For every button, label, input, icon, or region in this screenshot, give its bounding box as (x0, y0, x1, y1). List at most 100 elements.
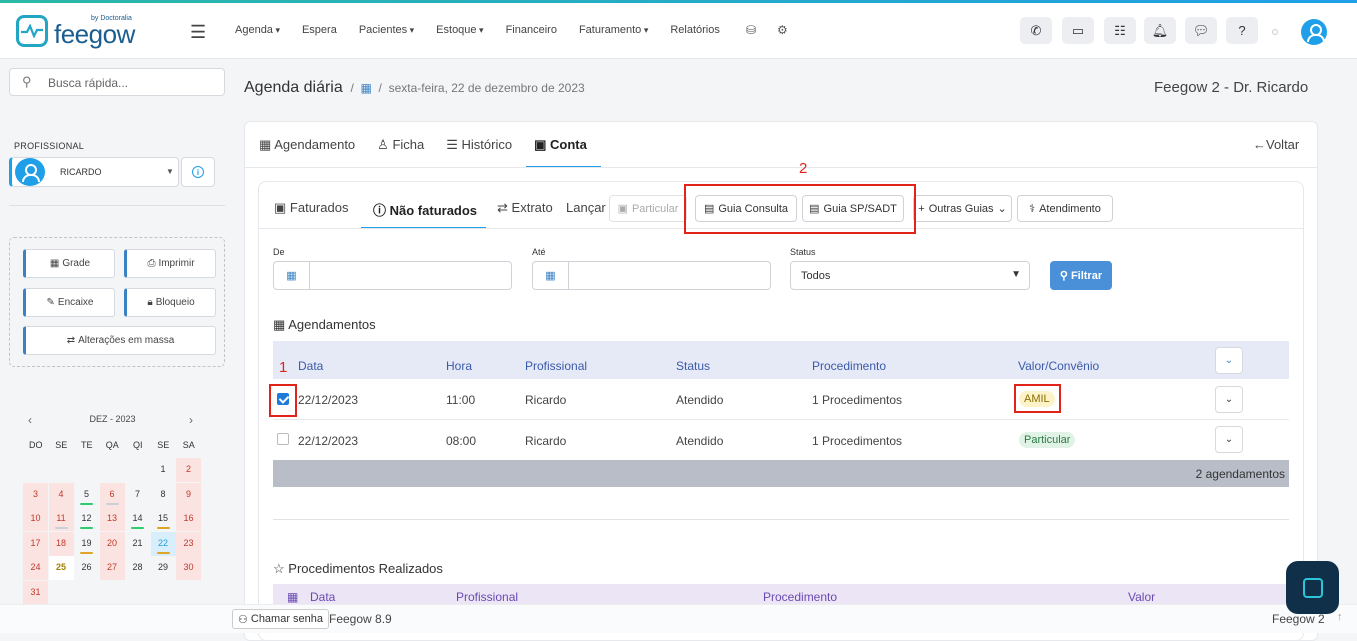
tab-conta[interactable]: ▣ Conta (526, 137, 601, 168)
professional-select[interactable]: RICARDO ▼ (9, 157, 179, 187)
calendar-day[interactable]: 20 (99, 531, 125, 556)
calendar-day-number: 18 (55, 537, 66, 548)
chat-icon[interactable]: 💬︎ (1185, 17, 1217, 44)
calendar-day[interactable]: 31 (23, 580, 48, 605)
atendimento-button[interactable]: ⚕ Atendimento (1017, 195, 1113, 222)
nav-financeiro[interactable]: Financeiro (506, 24, 557, 36)
nav-espera[interactable]: Espera (302, 24, 337, 36)
calendar-day[interactable]: 2 (176, 458, 201, 482)
phone-icon[interactable]: ✆ (1020, 17, 1052, 44)
annotation-box-guias (684, 184, 916, 234)
calendar-day[interactable]: 9 (176, 482, 201, 507)
tab-agendamento[interactable]: ▦ Agendamento (259, 137, 355, 167)
breadcrumb-date: sexta-feira, 22 de dezembro de 2023 (388, 81, 585, 95)
calendar-day[interactable]: 12 (74, 507, 99, 531)
calendar-day[interactable]: 19 (74, 532, 99, 556)
calendar-day[interactable]: 5 (74, 483, 99, 507)
calendar-icon: ▦ (259, 137, 272, 152)
calendar-day-number: 27 (106, 562, 117, 572)
ate-label: Até (532, 247, 546, 257)
arrow-up-icon[interactable]: ↑ (1337, 611, 1343, 623)
nav-estoque[interactable]: Estoque (436, 24, 483, 36)
row-expand-button[interactable]: ⌄ (1215, 426, 1243, 453)
calendar-day[interactable]: 26 (74, 556, 99, 580)
calendar-day[interactable]: 10 (23, 507, 48, 531)
calendar-day[interactable]: 18 (48, 531, 74, 556)
outras-guias-button[interactable]: + Outras Guias ⌄ (913, 195, 1012, 222)
nav-faturamento[interactable]: Faturamento (579, 24, 648, 36)
chevron-down-icon: ⌄ (1224, 434, 1234, 445)
expand-all-button[interactable]: ⌄ (1215, 347, 1243, 374)
calendar-day[interactable]: 8 (151, 483, 176, 507)
calendar-day[interactable]: 21 (125, 532, 150, 556)
calendar-day[interactable]: 14 (125, 507, 150, 531)
calendar-day-number: 23 (183, 537, 194, 548)
calendar-icon[interactable]: ▦ (361, 81, 372, 95)
feegow-logo[interactable]: by Doctoralia feegow (16, 15, 146, 51)
quick-search[interactable]: ⚲ Busca rápida... (9, 68, 225, 96)
bloqueio-button[interactable]: 🔒︎ Bloqueio (124, 288, 216, 317)
grade-button[interactable]: ▦ Grade (23, 249, 115, 278)
user-avatar[interactable] (1301, 19, 1327, 45)
calendar-day[interactable]: 11 (48, 507, 74, 531)
row-expand-button[interactable]: ⌄ (1215, 386, 1243, 413)
gear-icon[interactable]: ⚙ (777, 23, 788, 37)
calendar-day[interactable]: 25 (48, 556, 74, 580)
tab-ficha[interactable]: ♙ Ficha (377, 137, 424, 167)
voltar-link[interactable]: ←Voltar (1253, 137, 1299, 152)
inbox-icon[interactable]: ▭ (1062, 17, 1094, 44)
encaixe-button[interactable]: ✎ Encaixe (23, 288, 115, 317)
calendar-day[interactable]: 16 (176, 507, 201, 531)
tab-faturados[interactable]: ▣ Faturados (274, 200, 348, 216)
imprimir-button[interactable]: ⎙ Imprimir (124, 249, 216, 278)
database-icon[interactable]: ⛁ (746, 23, 756, 37)
chamar-senha-button[interactable]: ⚇ Chamar senha (232, 609, 330, 629)
tab-agendamento-label: Agendamento (274, 137, 356, 152)
calendar-day[interactable]: 15 (151, 507, 176, 531)
status-select[interactable]: Todos ▼ (790, 261, 1030, 290)
row-checkbox[interactable] (277, 433, 289, 445)
calendar-icon[interactable]: ▦ (533, 262, 569, 289)
menu-icon[interactable]: ☰ (190, 22, 206, 43)
calendar-day[interactable]: 6 (99, 482, 125, 507)
calendar-icon[interactable]: ▦ (274, 262, 310, 289)
tasks-icon[interactable]: ☷ (1104, 17, 1136, 44)
calendar-day[interactable]: 7 (125, 483, 150, 507)
annotation-box-amil (1014, 384, 1061, 413)
calendar-day-number: 4 (58, 488, 64, 499)
tab-historico[interactable]: ☰ Histórico (446, 137, 512, 167)
calendar-day[interactable]: 17 (23, 531, 48, 556)
calendar-day[interactable]: 29 (151, 556, 176, 580)
calendar-day[interactable]: 3 (23, 482, 48, 507)
nav-pacientes[interactable]: Pacientes (359, 24, 414, 36)
particular-button[interactable]: ▣ Particular (609, 195, 687, 222)
calendar-day[interactable]: 1 (151, 458, 176, 482)
bell-icon[interactable]: 🔔︎ (1144, 17, 1176, 44)
de-date-input[interactable]: ▦ (273, 261, 512, 290)
nav-agenda[interactable]: Agenda (235, 24, 280, 36)
nav-relatorios[interactable]: Relatórios (670, 24, 720, 36)
calendar-day[interactable]: 22 (150, 531, 176, 556)
calendar-day[interactable]: 23 (176, 531, 201, 556)
ate-date-input[interactable]: ▦ (532, 261, 771, 290)
calendar-day-number: 21 (132, 537, 143, 548)
calendar-day[interactable]: 13 (99, 507, 125, 531)
info-button[interactable]: i (181, 157, 215, 187)
chevron-down-icon: ⌄ (1224, 355, 1234, 366)
calendar-day[interactable]: 24 (23, 556, 48, 580)
calendar-day[interactable]: 30 (176, 556, 201, 580)
dow: SE (157, 440, 170, 450)
tab-nao-faturados[interactable]: ⓘ Não faturados (373, 200, 477, 219)
calendar-day[interactable]: 4 (48, 482, 74, 507)
chat-widget-button[interactable] (1286, 561, 1339, 614)
edit-icon: ✎ (46, 297, 55, 308)
filtrar-button[interactable]: ⚲ Filtrar (1050, 261, 1112, 290)
calendar-day[interactable]: 27 (99, 556, 125, 580)
tab-extrato[interactable]: ⇄ Extrato (497, 200, 553, 216)
col-procedimento: Procedimento (763, 590, 838, 604)
next-month-icon[interactable]: › (189, 413, 193, 427)
status-value: Todos (801, 270, 831, 282)
help-icon[interactable]: ? (1226, 17, 1258, 44)
alteracoes-massa-button[interactable]: ⇄ Alterações em massa (23, 326, 216, 355)
calendar-day[interactable]: 28 (125, 556, 150, 580)
